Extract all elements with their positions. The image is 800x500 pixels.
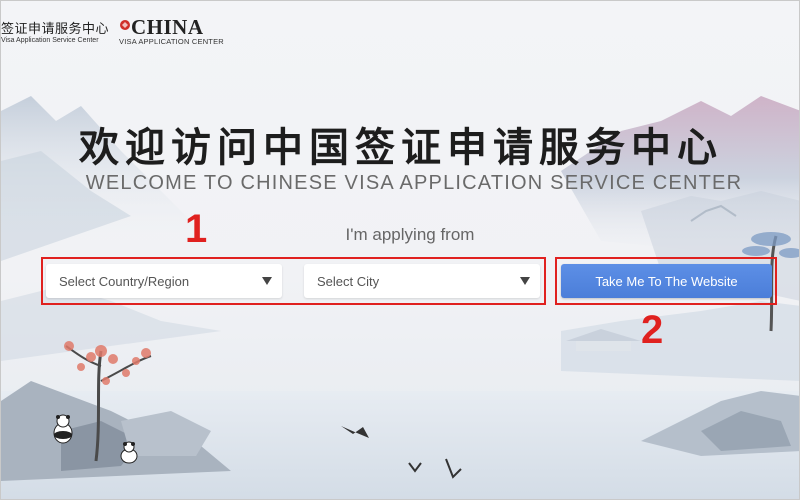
page-title-chinese: 欢迎访问中国签证申请服务中心: [79, 124, 723, 171]
site-header: 签证申请服务中心 Visa Application Service Center…: [1, 1, 301, 53]
page-frame: 签证申请服务中心 Visa Application Service Center…: [0, 0, 800, 500]
annotation-number-2: 2: [641, 308, 664, 352]
china-logo-subtitle: VISA APPLICATION CENTER: [119, 37, 224, 46]
take-me-to-website-button[interactable]: Take Me To The Website: [561, 264, 772, 298]
city-select-placeholder: Select City: [317, 273, 380, 289]
landscape-background: [1, 1, 799, 499]
logo-english-text: Visa Application Service Center: [1, 37, 99, 44]
caret-down-icon: [520, 277, 530, 285]
page-title-english: WELCOME TO CHINESE VISA APPLICATION SERV…: [85, 172, 743, 194]
city-select[interactable]: Select City: [304, 264, 540, 298]
seal-icon: [120, 20, 130, 30]
country-select-placeholder: Select Country/Region: [59, 273, 190, 289]
country-region-select[interactable]: Select Country/Region: [46, 264, 282, 298]
annotation-number-1: 1: [185, 207, 208, 251]
caret-down-icon: [262, 277, 272, 285]
logo-chinese-text: 签证申请服务中心: [1, 22, 110, 37]
applying-from-label: I'm applying from: [345, 225, 475, 244]
